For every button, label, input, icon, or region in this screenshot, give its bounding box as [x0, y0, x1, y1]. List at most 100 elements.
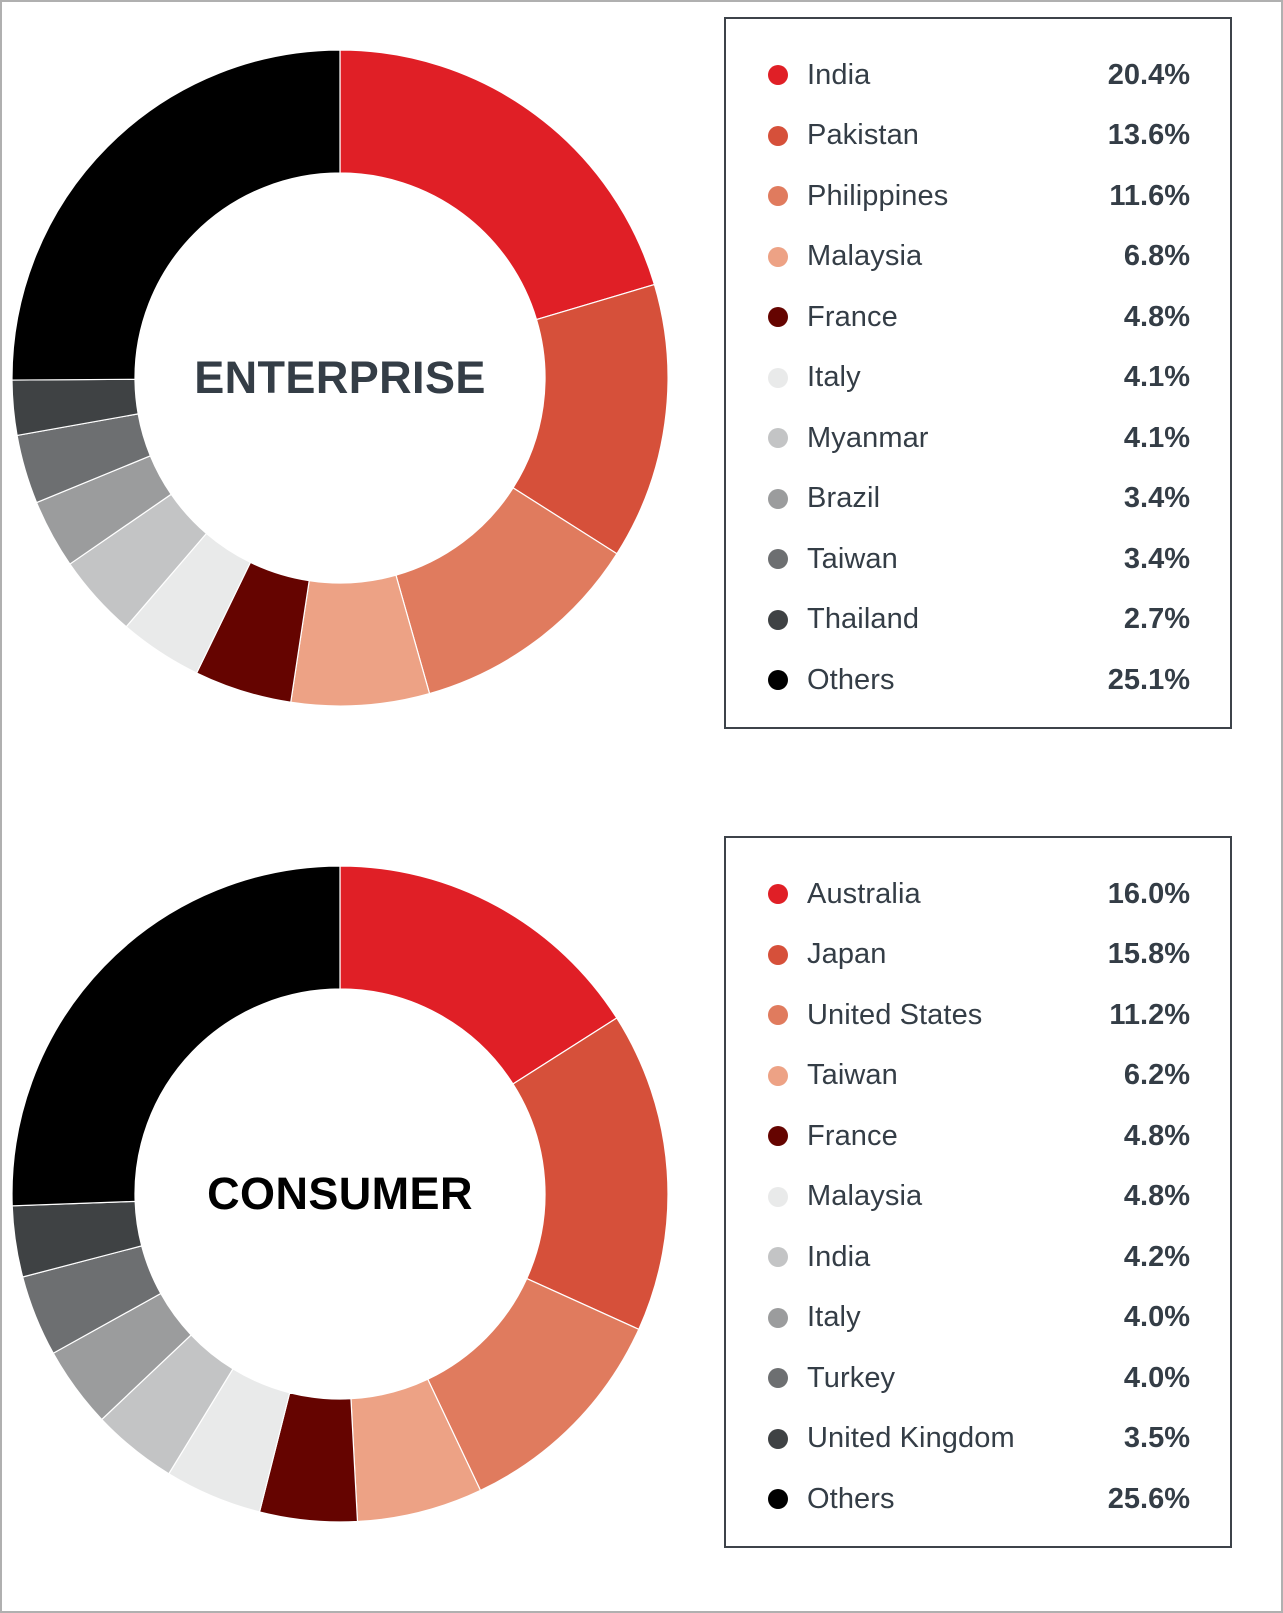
legend-label: Italy	[807, 1301, 861, 1334]
legend-label: France	[807, 1119, 898, 1152]
legend-row[interactable]: France 4.8%	[768, 287, 1190, 348]
legend-label: United Kingdom	[807, 1422, 1015, 1455]
legend-value: 4.1%	[1123, 421, 1190, 454]
legend-swatch-icon	[768, 246, 788, 267]
legend-swatch-icon	[768, 1126, 788, 1147]
donut-slice[interactable]	[11, 49, 341, 381]
legend-label: Malaysia	[807, 1180, 923, 1213]
legend-value: 16.0%	[1107, 877, 1190, 910]
legend-row[interactable]: Italy 4.0%	[768, 1288, 1190, 1349]
legend-row[interactable]: Taiwan 3.4%	[768, 529, 1190, 590]
legend-row[interactable]: Malaysia 4.8%	[768, 1167, 1190, 1228]
legend-label: France	[807, 300, 898, 333]
legend-row[interactable]: Philippines 11.6%	[768, 166, 1190, 227]
legend-row[interactable]: Taiwan 6.2%	[768, 1046, 1190, 1107]
legend-row[interactable]: Myanmar 4.1%	[768, 408, 1190, 469]
legend-value: 11.6%	[1109, 179, 1190, 212]
legend-label: Others	[807, 663, 895, 696]
consumer-panel: CONSUMER Australia 16.0% Japan 15.8% United …	[2, 826, 1281, 1586]
legend-swatch-icon	[768, 65, 788, 86]
legend-swatch-icon	[768, 1489, 788, 1510]
legend-value: 25.6%	[1107, 1482, 1190, 1515]
legend-value: 13.6%	[1107, 119, 1190, 152]
legend-swatch-icon	[768, 670, 788, 691]
legend-swatch-icon	[768, 944, 788, 965]
legend-row[interactable]: United Kingdom 3.5%	[768, 1409, 1190, 1470]
enterprise-panel: ENTERPRISE India 20.4% Pakistan 13.6% Philip…	[2, 10, 1281, 770]
legend-value: 6.8%	[1123, 240, 1190, 273]
legend-row[interactable]: India 20.4%	[768, 45, 1190, 106]
legend-value: 4.8%	[1123, 1180, 1190, 1213]
legend-swatch-icon	[768, 1005, 788, 1026]
legend-swatch-icon	[768, 1307, 788, 1328]
legend-swatch-icon	[768, 488, 788, 509]
legend-value: 6.2%	[1123, 1059, 1190, 1092]
legend-label: Others	[807, 1482, 895, 1515]
legend-swatch-icon	[768, 884, 788, 905]
legend-row[interactable]: India 4.2%	[768, 1227, 1190, 1288]
legend-label: Brazil	[807, 482, 881, 515]
legend-label: Australia	[807, 877, 921, 910]
consumer-donut-chart: CONSUMER	[10, 864, 670, 1524]
legend-swatch-icon	[768, 1186, 788, 1207]
legend-swatch-icon	[768, 125, 788, 146]
legend-swatch-icon	[768, 549, 788, 570]
consumer-donut-svg	[11, 865, 669, 1523]
legend-value: 4.8%	[1123, 1119, 1190, 1152]
consumer-legend: Australia 16.0% Japan 15.8% United States 11.…	[724, 836, 1232, 1548]
enterprise-legend: India 20.4% Pakistan 13.6% Philippines 11.6% M…	[724, 17, 1232, 729]
legend-value: 15.8%	[1107, 938, 1190, 971]
legend-swatch-icon	[768, 367, 788, 388]
enterprise-donut-svg	[11, 49, 669, 707]
legend-label: India	[807, 1240, 871, 1273]
legend-swatch-icon	[768, 609, 788, 630]
legend-value: 4.8%	[1123, 300, 1190, 333]
legend-swatch-icon	[768, 1065, 788, 1086]
enterprise-donut-chart: ENTERPRISE	[10, 48, 670, 708]
legend-row[interactable]: Pakistan 13.6%	[768, 106, 1190, 167]
enterprise-legend-list: India 20.4% Pakistan 13.6% Philippines 11.6% M…	[768, 45, 1190, 711]
legend-value: 2.7%	[1123, 603, 1190, 636]
legend-value: 4.0%	[1123, 1301, 1190, 1334]
legend-row[interactable]: Malaysia 6.8%	[768, 227, 1190, 288]
legend-row[interactable]: Brazil 3.4%	[768, 469, 1190, 530]
donut-slice[interactable]	[11, 865, 341, 1207]
legend-label: Taiwan	[807, 542, 898, 575]
legend-label: Myanmar	[807, 421, 929, 454]
legend-label: Malaysia	[807, 240, 923, 273]
legend-row[interactable]: Others 25.1%	[768, 650, 1190, 711]
legend-row[interactable]: France 4.8%	[768, 1106, 1190, 1167]
legend-label: Philippines	[807, 179, 949, 212]
legend-row[interactable]: Thailand 2.7%	[768, 590, 1190, 651]
consumer-legend-list: Australia 16.0% Japan 15.8% United States 11.…	[768, 864, 1190, 1530]
legend-swatch-icon	[768, 1368, 788, 1389]
legend-swatch-icon	[768, 186, 788, 207]
legend-row[interactable]: Australia 16.0%	[768, 864, 1190, 925]
legend-label: Turkey	[807, 1361, 896, 1394]
legend-value: 4.1%	[1123, 361, 1190, 394]
donut-slice[interactable]	[339, 49, 656, 321]
legend-label: Thailand	[807, 603, 920, 636]
legend-label: Pakistan	[807, 119, 920, 152]
legend-row[interactable]: Italy 4.1%	[768, 348, 1190, 409]
legend-swatch-icon	[768, 307, 788, 328]
legend-value: 11.2%	[1109, 998, 1190, 1031]
legend-label: Taiwan	[807, 1059, 898, 1092]
legend-swatch-icon	[768, 1428, 788, 1449]
chart-page: ENTERPRISE India 20.4% Pakistan 13.6% Philip…	[0, 0, 1283, 1613]
legend-row[interactable]: Turkey 4.0%	[768, 1348, 1190, 1409]
legend-swatch-icon	[768, 1247, 788, 1268]
legend-row[interactable]: Japan 15.8%	[768, 925, 1190, 986]
legend-value: 3.4%	[1123, 542, 1190, 575]
legend-value: 3.5%	[1123, 1422, 1190, 1455]
legend-label: India	[807, 58, 871, 91]
legend-value: 20.4%	[1107, 58, 1190, 91]
legend-value: 4.2%	[1123, 1240, 1190, 1273]
legend-row[interactable]: Others 25.6%	[768, 1469, 1190, 1530]
legend-label: United States	[807, 998, 983, 1031]
legend-row[interactable]: United States 11.2%	[768, 985, 1190, 1046]
legend-value: 3.4%	[1123, 482, 1190, 515]
legend-value: 4.0%	[1123, 1361, 1190, 1394]
legend-label: Italy	[807, 361, 861, 394]
legend-label: Japan	[807, 938, 887, 971]
